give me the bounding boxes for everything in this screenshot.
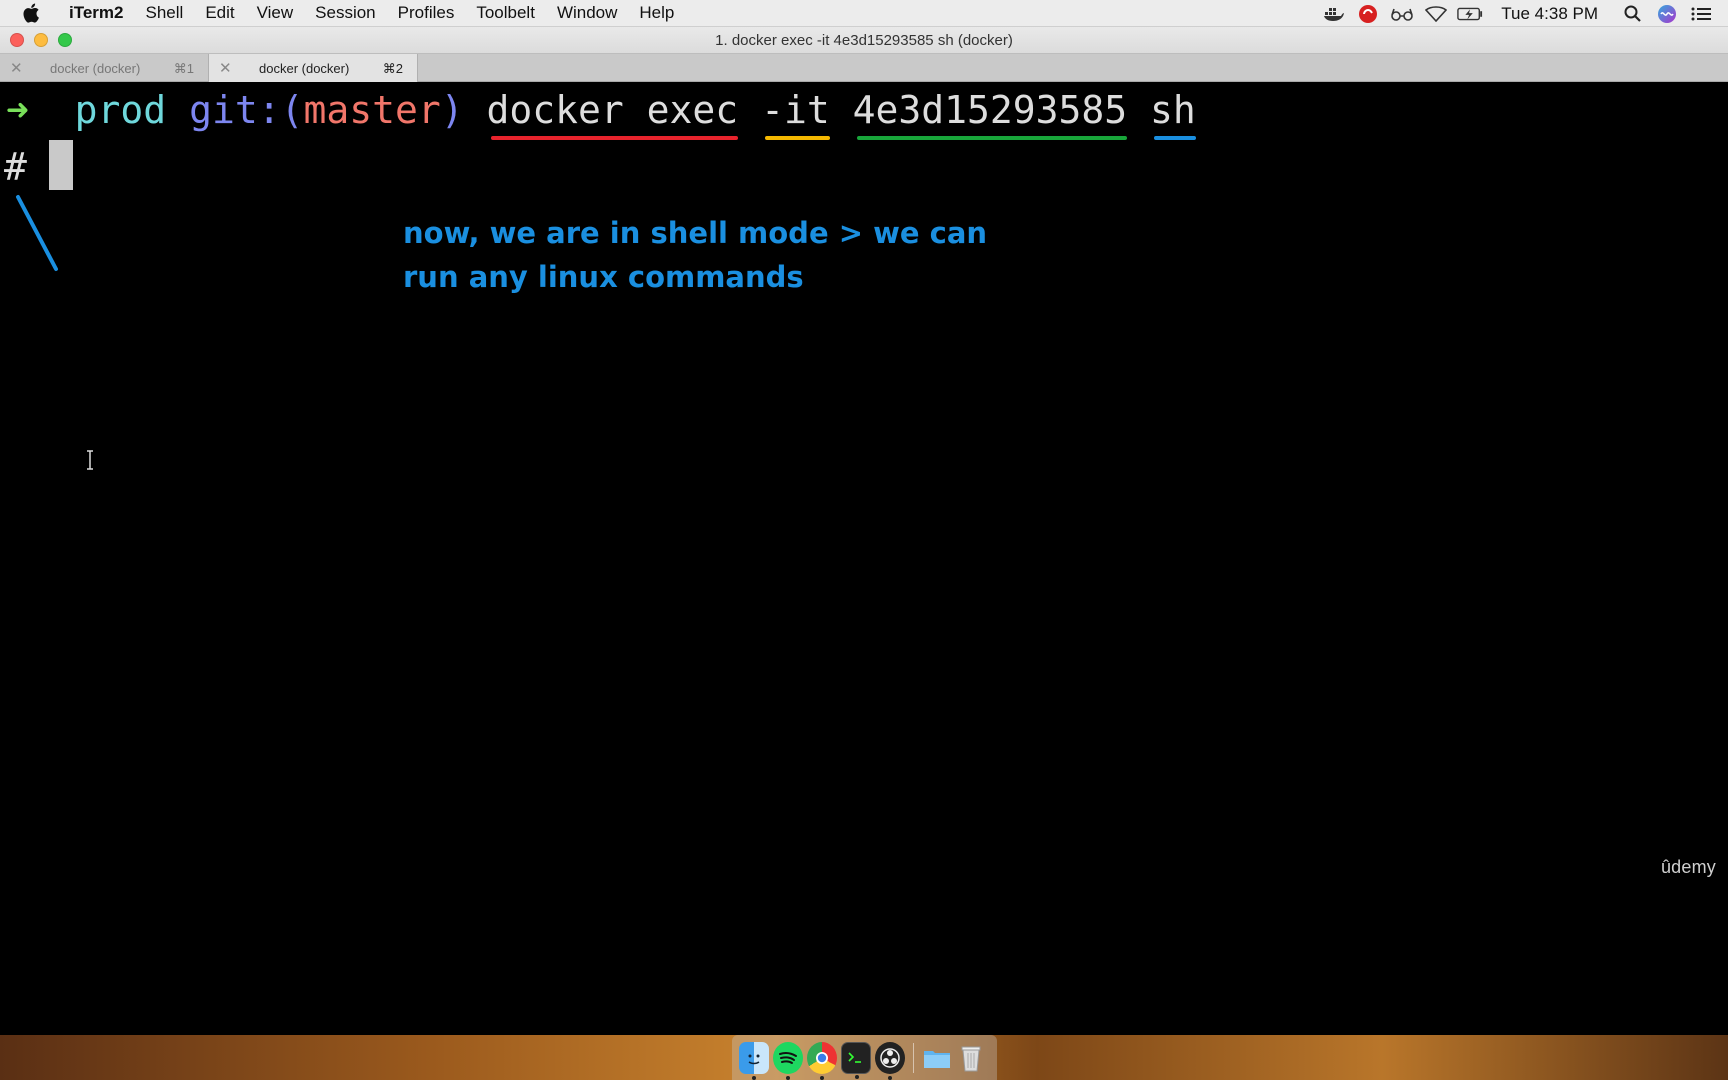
prompt-arrow: ➜ xyxy=(6,88,29,132)
siri-icon[interactable] xyxy=(1654,4,1680,24)
tab-1[interactable]: ✕ docker (docker) ⌘1 xyxy=(0,54,209,82)
wifi-icon[interactable] xyxy=(1423,4,1449,24)
glasses-icon[interactable] xyxy=(1389,4,1415,24)
ibeam-cursor-icon xyxy=(87,450,93,470)
command-docker-exec: docker exec xyxy=(486,88,739,140)
udemy-watermark: ûdemy xyxy=(1660,857,1716,877)
folder-icon[interactable] xyxy=(922,1042,952,1074)
menu-profiles[interactable]: Profiles xyxy=(387,3,466,23)
command-text: 4e3d15293585 xyxy=(852,88,1128,132)
finder-icon[interactable] xyxy=(739,1041,769,1080)
underline-blue xyxy=(1154,136,1196,140)
shell-prompt-line: # xyxy=(4,140,73,190)
command-text: sh xyxy=(1150,88,1196,132)
underline-red xyxy=(490,136,739,140)
tab-close-icon[interactable]: ✕ xyxy=(219,59,232,77)
tab-shortcut: ⌘1 xyxy=(173,61,194,76)
tab-bar: ✕ docker (docker) ⌘1 ✕ docker (docker) ⌘… xyxy=(0,54,1728,82)
apple-icon[interactable] xyxy=(22,3,44,23)
command-flag-it: -it xyxy=(761,88,830,140)
git-label-close: ) xyxy=(440,88,464,132)
command-text: -it xyxy=(761,88,830,132)
git-branch: master xyxy=(303,88,441,132)
command-container-id: 4e3d15293585 xyxy=(852,88,1128,140)
terminal-icon[interactable] xyxy=(841,1041,871,1079)
window-minimize-button[interactable] xyxy=(34,33,48,47)
menu-edit[interactable]: Edit xyxy=(194,3,245,23)
menubar-clock[interactable]: Tue 4:38 PM xyxy=(1501,4,1598,24)
battery-icon[interactable] xyxy=(1457,4,1483,24)
dock xyxy=(732,1035,997,1080)
terminal-pane[interactable]: ➜ prod git:(master) docker exec -it 4e3d… xyxy=(0,83,1728,1035)
tab-title: docker (docker) xyxy=(259,61,350,76)
command-text: docker exec xyxy=(486,88,739,132)
chrome-icon[interactable] xyxy=(807,1041,837,1080)
menu-shell[interactable]: Shell xyxy=(135,3,195,23)
docker-icon[interactable] xyxy=(1321,4,1347,24)
menu-toolbelt[interactable]: Toolbelt xyxy=(465,3,546,23)
menu-help[interactable]: Help xyxy=(628,3,685,23)
annotation-pen-stroke xyxy=(16,195,58,271)
menu-app-name[interactable]: iTerm2 xyxy=(58,3,135,23)
status-area: Tue 4:38 PM xyxy=(1317,0,1728,27)
command-line: ➜ prod git:(master) docker exec -it 4e3d… xyxy=(6,88,1196,140)
window-title: 1. docker exec -it 4e3d15293585 sh (dock… xyxy=(715,31,1013,49)
git-label: git:( xyxy=(189,88,304,132)
shell-prompt: # xyxy=(4,145,27,189)
obs-icon[interactable] xyxy=(875,1041,905,1080)
annotation-text: now, we are in shell mode > we can run a… xyxy=(403,211,1023,299)
window-zoom-button[interactable] xyxy=(58,33,72,47)
menu-view[interactable]: View xyxy=(246,3,305,23)
tab-title: docker (docker) xyxy=(50,61,141,76)
tab-close-icon[interactable]: ✕ xyxy=(10,59,23,77)
annotation-line-2: run any linux commands xyxy=(403,260,804,294)
creative-cloud-icon[interactable] xyxy=(1355,4,1381,24)
tab-shortcut: ⌘2 xyxy=(382,61,403,76)
command-sh: sh xyxy=(1150,88,1196,140)
terminal-cursor xyxy=(48,140,73,190)
spotlight-search-icon[interactable] xyxy=(1620,4,1646,24)
dock-separator xyxy=(913,1042,914,1073)
menu-bar: iTerm2 Shell Edit View Session Profiles … xyxy=(0,0,1728,27)
prompt-directory: prod xyxy=(74,88,167,132)
underline-green xyxy=(856,136,1128,140)
spotify-icon[interactable] xyxy=(773,1041,803,1080)
menu-session[interactable]: Session xyxy=(304,3,386,23)
annotation-line-1: now, we are in shell mode > we can xyxy=(403,216,988,250)
notification-center-icon[interactable] xyxy=(1688,4,1714,24)
menu-window[interactable]: Window xyxy=(546,3,628,23)
trash-icon[interactable] xyxy=(956,1042,986,1074)
window-title-bar: 1. docker exec -it 4e3d15293585 sh (dock… xyxy=(0,27,1728,54)
underline-yellow xyxy=(765,136,830,140)
tab-2[interactable]: ✕ docker (docker) ⌘2 xyxy=(209,54,418,82)
window-close-button[interactable] xyxy=(10,33,24,47)
window-controls xyxy=(10,33,82,47)
